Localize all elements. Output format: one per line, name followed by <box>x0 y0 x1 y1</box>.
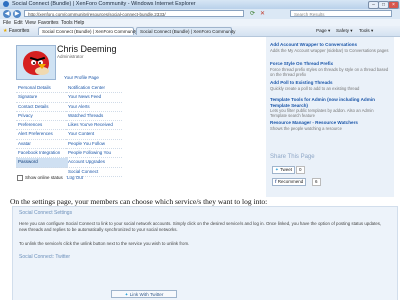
settings-section-title: Social Connect Settings <box>19 210 73 216</box>
close-button[interactable]: × <box>388 1 399 9</box>
menu-signature[interactable]: Signature <box>16 93 68 103</box>
favorites-bar: ★ Favorites Social Connect (Bundle) | Xe… <box>0 26 400 37</box>
menu-notification-center[interactable]: Notification Center <box>66 84 122 94</box>
page-content: Chris Deeming Administrator Your Profile… <box>0 37 400 300</box>
angry-bird-icon <box>23 51 49 75</box>
menu-likes-received[interactable]: Likes You've Received <box>66 121 122 131</box>
tab-active[interactable]: Social Connect (Bundle) | XenForo Commun… <box>38 27 137 35</box>
refresh-icon[interactable]: ⟳ <box>250 10 255 17</box>
account-menu-left: Personal Details Signature Contact Detai… <box>16 84 68 168</box>
menu-password[interactable]: Password <box>16 158 68 168</box>
search-input[interactable]: Search Results <box>290 10 392 17</box>
window-title: Social Connect (Bundle) | XenForo Commun… <box>12 1 196 7</box>
sidebar-item-title[interactable]: Template Tools for Admin (now including … <box>270 97 390 108</box>
sidebar-item-desc: Force thread prefix styles on threads by… <box>270 66 389 77</box>
menu-facebook-integration[interactable]: Facebook Integration <box>16 149 68 159</box>
star-icon: ★ <box>3 28 8 34</box>
twitter-icon: ✦ <box>124 292 129 297</box>
stop-icon[interactable]: ✕ <box>260 10 265 17</box>
twitter-icon: ✦ <box>275 167 279 172</box>
menu-contact-details[interactable]: Contact Details <box>16 103 68 112</box>
menu-preferences[interactable]: Preferences <box>16 121 68 131</box>
online-status-checkbox[interactable] <box>17 175 23 181</box>
tweet-count: 0 <box>296 166 305 174</box>
menu-account-upgrades[interactable]: Account Upgrades <box>66 158 122 168</box>
menu-privacy[interactable]: Privacy <box>16 112 68 122</box>
link-twitter-button[interactable]: ✦ Link With Twitter <box>111 290 177 298</box>
online-status-label: Show online status <box>25 175 63 181</box>
menu-avatar[interactable]: Avatar <box>16 140 68 150</box>
menu-news-feed[interactable]: Your News Feed <box>66 93 122 103</box>
menu-bar: File Edit View Favorites Tools Help <box>0 19 400 26</box>
share-panel: Share This Page ✦ Tweet 0 f Recommend 6 <box>266 151 394 197</box>
sidebar-item[interactable]: Force Style On Thread Prefix Force threa… <box>270 61 390 77</box>
menu-people-you-follow[interactable]: People You Follow <box>66 140 122 150</box>
online-status-toggle[interactable]: Show online status <box>17 175 63 181</box>
tools-menu[interactable]: Tools ▾ <box>359 28 373 34</box>
avatar[interactable] <box>16 45 56 80</box>
bird-beak <box>38 64 46 69</box>
share-title: Share This Page <box>270 154 315 160</box>
sidebar-item-desc: Shows the people watching a resource <box>270 125 342 131</box>
account-menu-right: Notification Center Your News Feed Your … <box>66 84 122 177</box>
recommend-label: Recommend <box>277 179 304 184</box>
tweet-button[interactable]: ✦ Tweet <box>272 166 295 174</box>
address-toolbar: ◀ ▶ http://xenforo.com/community/resourc… <box>0 9 400 19</box>
settings-heading: On the settings page, your members can c… <box>10 197 268 206</box>
tab-second[interactable]: Social Connect (Bundle) | XenForo Commun… <box>136 27 235 35</box>
window-title-bar: Social Connect (Bundle) | XenForo Commun… <box>0 0 400 9</box>
tweet-label: Tweet <box>279 167 292 172</box>
favorites-label: Favorites <box>8 28 30 34</box>
settings-description: Here you can configure Social Connect to… <box>19 221 382 232</box>
menu-watched-threads[interactable]: Watched Threads <box>66 112 122 122</box>
page-menu[interactable]: Page ▾ <box>316 28 330 34</box>
social-connect-settings-box: Social Connect Settings Here you can con… <box>12 206 398 300</box>
internet-explorer-icon <box>3 1 9 7</box>
sidebar-item-desc: Quickly create a poll to add to an exist… <box>270 85 360 91</box>
address-input[interactable]: http://xenforo.com/community/resources/s… <box>24 10 244 17</box>
menu-your-content[interactable]: Your Content <box>66 130 122 140</box>
bird-pupil <box>33 62 35 64</box>
recommend-button[interactable]: f Recommend <box>272 178 307 186</box>
profile-page-link[interactable]: Your Profile Page <box>64 75 99 80</box>
facebook-icon: f <box>275 179 277 184</box>
sidebar-item[interactable]: Template Tools for Admin (now including … <box>270 97 390 118</box>
sidebar-item-desc: Lets you filter public templates by addo… <box>270 108 374 118</box>
related-resources-sidebar: Add Account Wrapper to Conversations Add… <box>266 37 394 162</box>
menu-alert-preferences[interactable]: Alert Preferences <box>16 130 68 140</box>
forward-arrow-icon[interactable]: ▶ <box>13 10 21 18</box>
recommend-count: 6 <box>312 178 321 186</box>
sidebar-item[interactable]: Resource Manager - Resource Watchers Sho… <box>270 120 390 131</box>
sidebar-item[interactable]: Add Poll to Existing Threads Quickly cre… <box>270 80 390 91</box>
sidebar-item[interactable]: Add Account Wrapper to Conversations Add… <box>270 42 390 53</box>
unlink-description: To unlink the service/s click the unlink… <box>19 241 190 246</box>
profile-role: Administrator <box>57 54 84 59</box>
menu-people-following-you[interactable]: People Following You <box>66 149 122 159</box>
safety-menu[interactable]: Safety ▾ <box>336 28 353 34</box>
favorites-button[interactable]: ★ Favorites <box>3 28 29 34</box>
sidebar-item-desc: Adds the My Account wrapper (sidebar) to… <box>270 47 389 53</box>
menu-alerts[interactable]: Your Alerts <box>66 103 122 112</box>
profile-name: Chris Deeming <box>57 44 117 54</box>
logout-link[interactable]: Log Out <box>67 175 83 180</box>
menu-personal-details[interactable]: Personal Details <box>16 84 68 94</box>
account-menu: Personal Details Signature Contact Detai… <box>16 84 244 177</box>
twitter-section-title: Social Connect: Twitter <box>19 254 71 260</box>
back-arrow-icon[interactable]: ◀ <box>3 10 11 18</box>
link-twitter-label: Link With Twitter <box>129 292 164 297</box>
